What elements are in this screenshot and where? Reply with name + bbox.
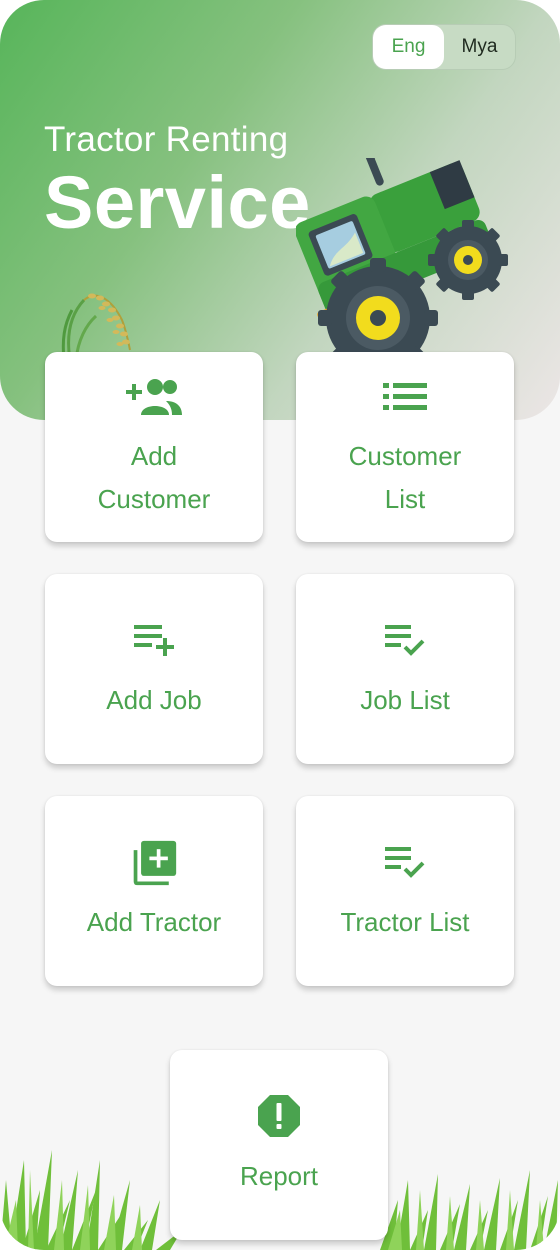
moon-icon[interactable] [48,28,82,64]
playlist-check-icon [385,624,425,656]
app-title: Tractor Renting [44,120,289,159]
tractor-illustration [296,158,508,358]
tractor-list-button[interactable]: Tractor List [296,796,514,986]
report-button[interactable]: Report [170,1050,388,1240]
add-tractor-button[interactable]: Add Tractor [45,796,263,986]
language-toggle: Eng Mya [372,24,516,70]
app-screen: Eng Mya Tractor Renting Service Add Cust… [0,0,560,1250]
add-job-button[interactable]: Add Job [45,574,263,764]
add-tractor-label: Add Tractor [86,906,222,937]
add-customer-icon [126,379,182,415]
playlist-add-icon [134,624,174,656]
language-eng-button[interactable]: Eng [373,25,444,69]
report-icon [258,1094,300,1137]
job-list-button[interactable]: Job List [296,574,514,764]
language-mya-button[interactable]: Mya [444,25,515,69]
grass-decoration-right [380,1170,558,1250]
list-icon [383,383,427,410]
playlist-check-icon [385,846,425,878]
tractor-list-label: Tractor List [340,906,470,937]
customer-list-button[interactable]: Customer List [296,352,514,542]
add-customer-button[interactable]: Add Customer [45,352,263,542]
grass-decoration [0,1150,182,1250]
customer-list-label: Customer List [348,441,462,514]
add-job-label: Add Job [106,684,202,715]
job-list-label: Job List [360,684,450,715]
library-add-icon [133,840,177,885]
app-title-service: Service [44,161,311,244]
rice-plant-icon [61,293,131,360]
report-label: Report [239,1160,319,1191]
add-customer-label: Add Customer [97,441,211,514]
